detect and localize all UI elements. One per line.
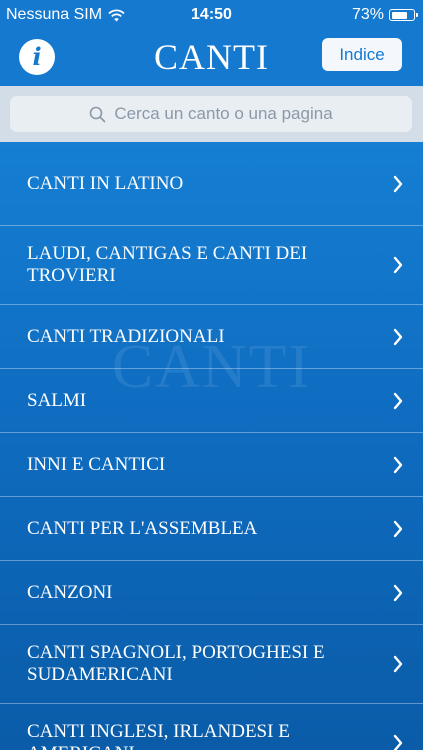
chevron-right-icon: [393, 584, 403, 601]
list-item-label: CANTI SPAGNOLI, PORTOGHESI E SUDAMERICAN…: [27, 642, 325, 685]
chevron-right-icon: [393, 734, 403, 750]
chevron-right-icon: [393, 175, 403, 192]
list-item-label: CANTI IN LATINO: [27, 172, 184, 194]
list-item-label: SALMI: [27, 389, 87, 411]
list-item-inni-e-cantici[interactable]: INNI E CANTICI: [0, 433, 423, 497]
list-item-label: CANTI INGLESI, IRLANDESI E AMERICANI: [27, 721, 290, 750]
list-item-label: LAUDI, CANTIGAS E CANTI DEI TROVIERI: [27, 243, 308, 286]
search-input[interactable]: Cerca un canto o una pagina: [10, 96, 412, 132]
list-item-canti-per-assemblea[interactable]: CANTI PER L'ASSEMBLEA: [0, 497, 423, 561]
info-icon: i: [32, 42, 42, 71]
chevron-right-icon: [393, 256, 403, 274]
list-item-canzoni[interactable]: CANZONI: [0, 561, 423, 625]
search-placeholder: Cerca un canto o una pagina: [114, 104, 333, 123]
list-item-label: CANTI TRADIZIONALI: [27, 325, 225, 347]
battery-level: [391, 11, 407, 19]
list-item-canti-spagnoli[interactable]: CANTI SPAGNOLI, PORTOGHESI E SUDAMERICAN…: [0, 625, 423, 704]
chevron-right-icon: [393, 520, 403, 537]
chevron-right-icon: [393, 328, 403, 345]
status-bar: Nessuna SIM 14:50 73%: [0, 0, 423, 30]
list-item-canti-in-latino[interactable]: CANTI IN LATINO: [0, 142, 423, 226]
battery-percent: 73%: [351, 6, 384, 23]
search-bar: Cerca un canto o una pagina: [0, 86, 423, 142]
search-icon: [90, 106, 106, 122]
list-item-label: CANTI PER L'ASSEMBLEA: [27, 517, 258, 539]
info-button[interactable]: i: [19, 39, 55, 75]
list-item-label: INNI E CANTICI: [27, 453, 166, 475]
chevron-right-icon: [393, 655, 403, 673]
chevron-right-icon: [393, 392, 403, 409]
list-item-salmi[interactable]: SALMI: [0, 369, 423, 433]
battery-icon: [389, 9, 418, 21]
index-button[interactable]: Indice: [322, 38, 402, 71]
chevron-right-icon: [393, 456, 403, 473]
list-item-canti-tradizionali[interactable]: CANTI TRADIZIONALI: [0, 305, 423, 369]
list-item-canti-inglesi[interactable]: CANTI INGLESI, IRLANDESI E AMERICANI: [0, 704, 423, 750]
list-item-laudi-cantigas[interactable]: LAUDI, CANTIGAS E CANTI DEI TROVIERI: [0, 226, 423, 305]
song-category-list[interactable]: CANTI CANTI IN LATINO LAUDI, CANTIGAS E …: [0, 142, 423, 750]
nav-bar: i CANTI Indice: [0, 30, 423, 86]
list-item-label: CANZONI: [27, 581, 113, 603]
